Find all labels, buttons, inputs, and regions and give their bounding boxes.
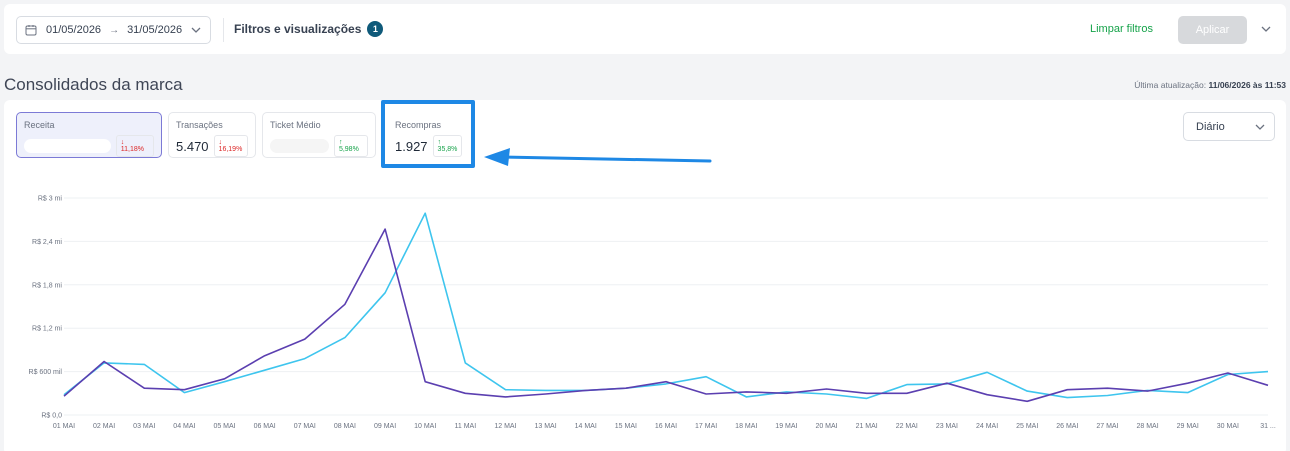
calendar-icon (25, 25, 37, 36)
last-update-value: 11/06/2026 às 11:53 (1208, 80, 1286, 90)
x-tick-label: 20 MAI (815, 423, 837, 430)
arrow-right-icon: → (109, 24, 120, 36)
annotation-arrow-head (484, 148, 510, 166)
divider (223, 18, 224, 42)
x-tick-label: 24 MAI (976, 423, 998, 430)
chart-panel: Receita ↓ 11,18% Transações 5.470 ↓ 16,1… (4, 100, 1286, 451)
x-tick-label: 05 MAI (213, 423, 235, 430)
filter-bar: 01/05/2026 → 31/05/2026 Filtros e visual… (4, 4, 1286, 54)
date-range-picker[interactable]: 01/05/2026 → 31/05/2026 (16, 16, 211, 44)
x-tick-label: 29 MAI (1177, 423, 1199, 430)
x-tick-label: 07 MAI (294, 423, 316, 430)
x-tick-label: 18 MAI (735, 423, 757, 430)
x-tick-label: 27 MAI (1096, 423, 1118, 430)
x-tick-label: 16 MAI (655, 423, 677, 430)
x-tick-label: 30 MAI (1217, 423, 1239, 430)
x-tick-label: 26 MAI (1056, 423, 1078, 430)
x-tick-label: 10 MAI (414, 423, 436, 430)
x-tick-label: 04 MAI (173, 423, 195, 430)
x-tick-label: 19 MAI (775, 423, 797, 430)
y-tick-label: R$ 0,0 (41, 413, 62, 420)
annotation-arrow-shaft (502, 155, 712, 163)
x-tick-label: 12 MAI (494, 423, 516, 430)
x-tick-label: 13 MAI (535, 423, 557, 430)
x-tick-label: 31 ... (1260, 423, 1276, 430)
x-tick-label: 28 MAI (1137, 423, 1159, 430)
x-tick-label: 09 MAI (374, 423, 396, 430)
x-tick-label: 11 MAI (455, 423, 477, 430)
x-tick-label: 14 MAI (575, 423, 597, 430)
x-tick-label: 02 MAI (93, 423, 115, 430)
x-tick-label: 21 MAI (856, 423, 878, 430)
chevron-down-icon (191, 27, 201, 33)
x-tick-label: 17 MAI (695, 423, 717, 430)
x-tick-label: 06 MAI (254, 423, 276, 430)
y-tick-label: R$ 2,4 mi (32, 239, 62, 246)
last-update-label: Última atualização: (1134, 80, 1207, 90)
line-chart: R$ 0,0 R$ 600 mil R$ 1,2 mi R$ 1,8 mi R$ 2,4… (29, 148, 1276, 430)
y-tick-label: R$ 600 mil (29, 369, 63, 376)
x-tick-label: 25 MAI (1016, 423, 1038, 430)
x-tick-label: 22 MAI (896, 423, 918, 430)
filters-count-badge: 1 (367, 21, 384, 37)
apply-button[interactable]: Aplicar (1178, 16, 1247, 44)
chevron-down-icon[interactable] (1260, 23, 1272, 35)
page-title: Consolidados da marca (4, 75, 183, 94)
filters-label: Filtros e visualizações (234, 22, 362, 36)
x-tick-label: 01 MAI (53, 423, 75, 430)
y-tick-label: R$ 3 mi (38, 196, 63, 203)
x-tick-label: 03 MAI (133, 423, 155, 430)
clear-filters-link[interactable]: Limpar filtros (1090, 23, 1153, 35)
last-update: Última atualização: 11/06/2026 às 11:53 (1134, 80, 1286, 90)
x-tick-label: 23 MAI (936, 423, 958, 430)
x-tick-label: 08 MAI (334, 423, 356, 430)
filters-toggle[interactable]: Filtros e visualizações 1 (234, 21, 384, 37)
date-start: 01/05/2026 (46, 24, 102, 36)
y-tick-label: R$ 1,2 mi (32, 326, 62, 333)
x-tick-label: 15 MAI (615, 423, 637, 430)
date-end: 31/05/2026 (127, 24, 183, 36)
y-tick-label: R$ 1,8 mi (32, 282, 62, 289)
